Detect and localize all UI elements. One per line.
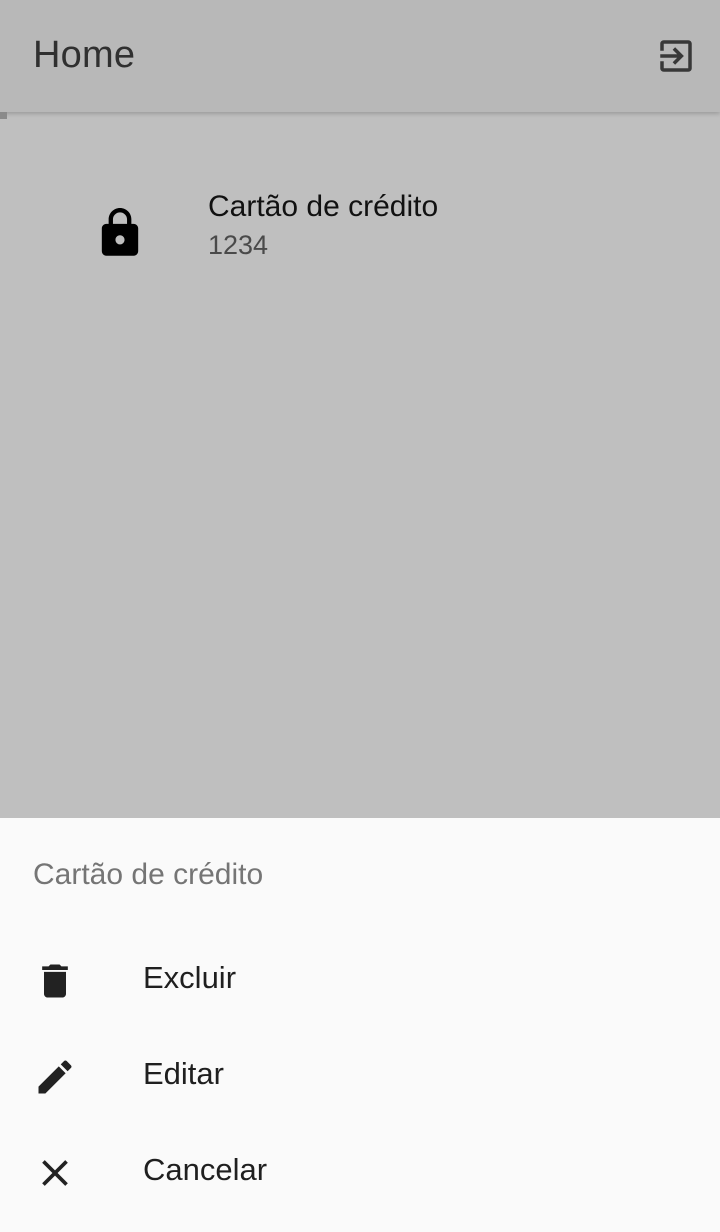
trash-icon bbox=[30, 956, 80, 1006]
edit-pencil-icon bbox=[30, 1052, 80, 1102]
logout-icon bbox=[660, 40, 692, 72]
app-bar: Home bbox=[0, 0, 720, 112]
screen: Home Cartão de crédito 1234 Cartão de cr… bbox=[0, 0, 720, 1232]
list-item[interactable]: Cartão de crédito 1234 bbox=[0, 168, 720, 278]
list-item-subtitle: 1234 bbox=[208, 230, 269, 260]
edit-action[interactable]: Editar bbox=[0, 1024, 720, 1120]
cancel-action[interactable]: Cancelar bbox=[0, 1120, 720, 1216]
edit-label: Editar bbox=[143, 1056, 224, 1091]
delete-action[interactable]: Excluir bbox=[0, 928, 720, 1024]
cancel-label: Cancelar bbox=[143, 1152, 268, 1187]
delete-label: Excluir bbox=[143, 960, 237, 995]
logout-button[interactable] bbox=[646, 26, 706, 86]
close-icon bbox=[30, 1148, 80, 1198]
sheet-header: Cartão de crédito bbox=[33, 858, 264, 891]
progress-indicator bbox=[0, 112, 7, 119]
list-item-title: Cartão de crédito bbox=[208, 190, 439, 223]
page-title: Home bbox=[33, 34, 136, 76]
lock-icon bbox=[101, 208, 139, 256]
bottom-sheet: Cartão de crédito Excluir Editar Cancela… bbox=[0, 818, 720, 1232]
